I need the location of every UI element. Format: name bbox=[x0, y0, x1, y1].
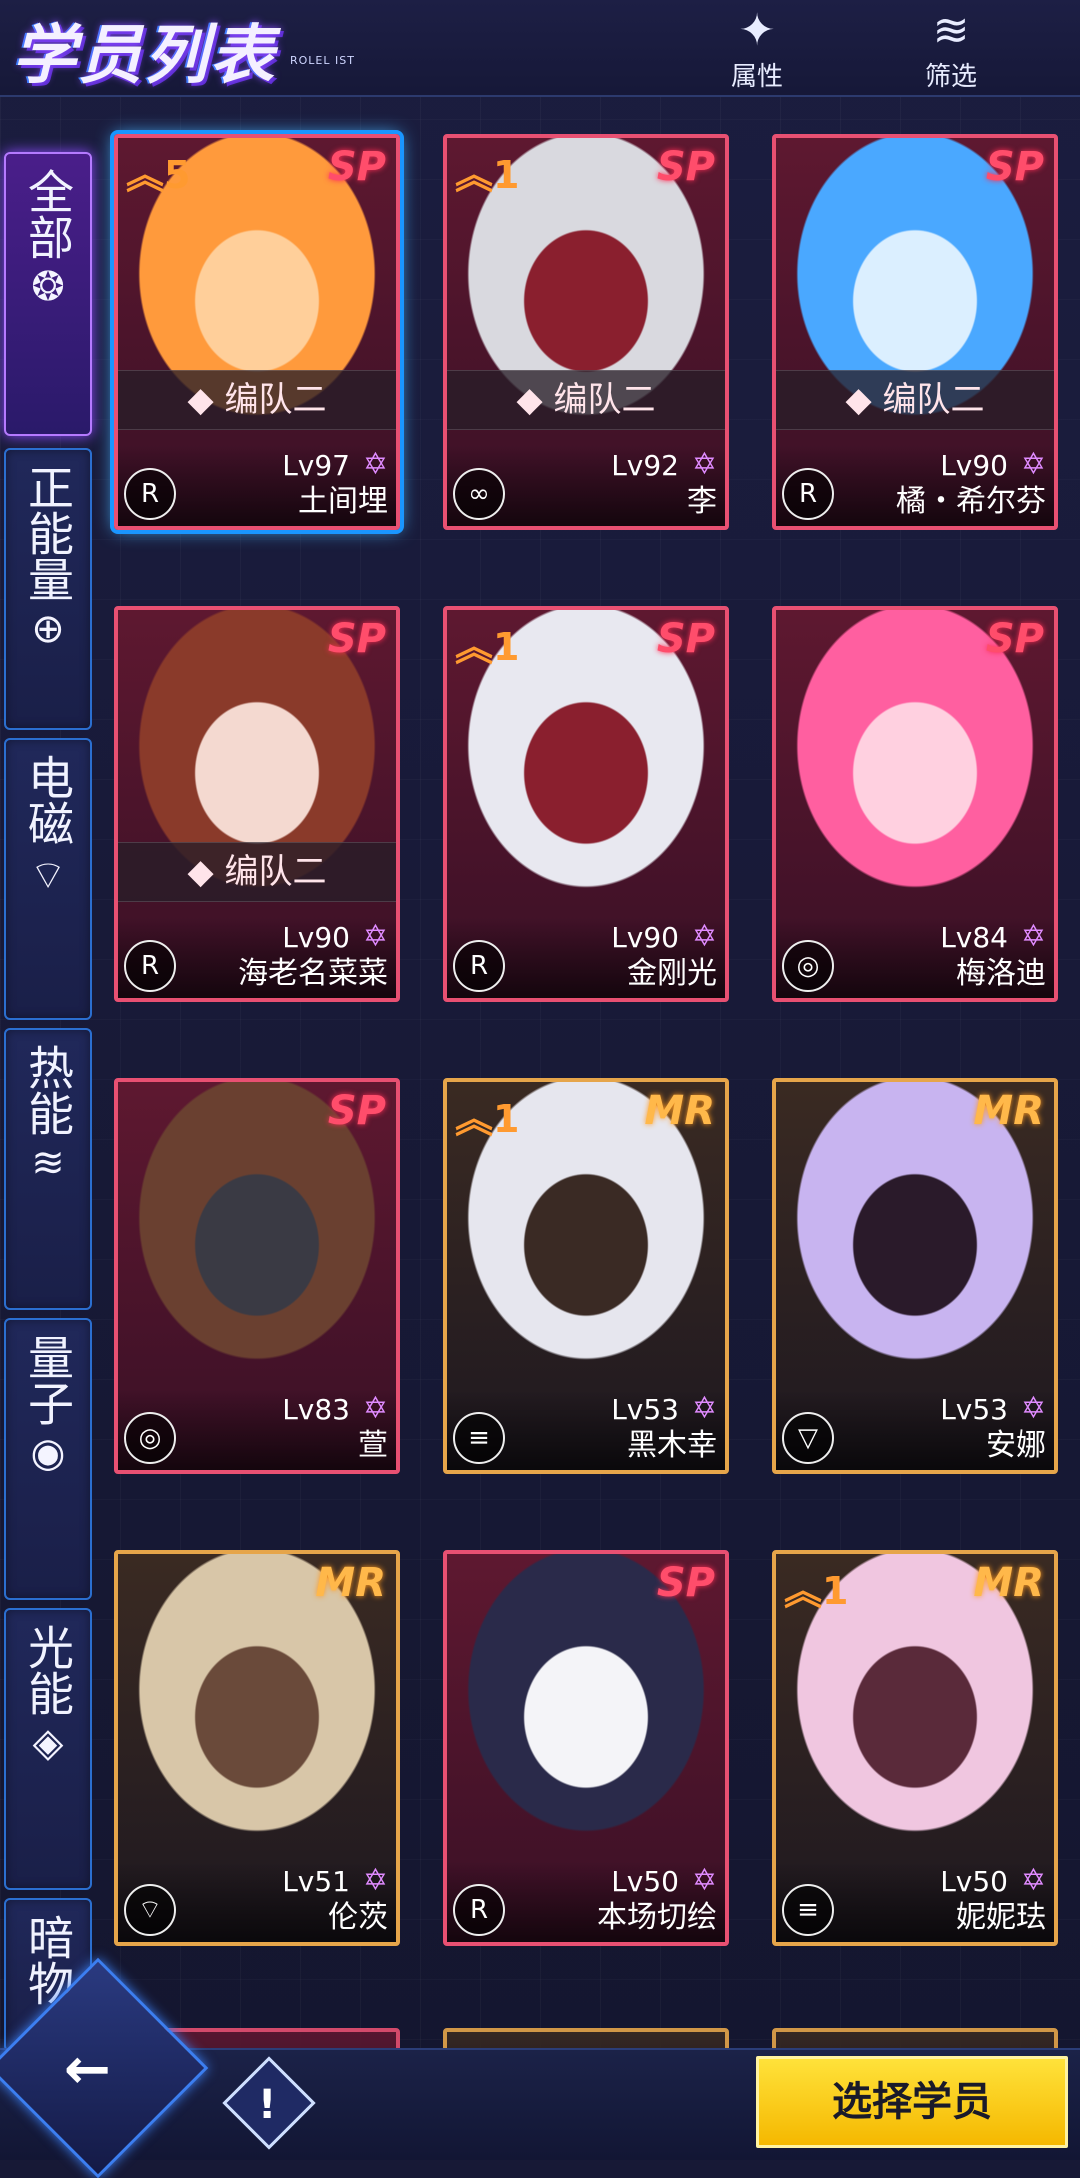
element-attribute-icon: ◎ bbox=[124, 1412, 176, 1464]
student-name: 橘・希尔芬 bbox=[896, 484, 1046, 519]
rank-badge: MR bbox=[644, 1088, 715, 1134]
awaken-level: ︽5 bbox=[126, 153, 191, 197]
element-attribute-icon: ≡ bbox=[782, 1884, 834, 1936]
student-name: 安娜 bbox=[986, 1428, 1046, 1463]
tab-quantum-label: 量子 bbox=[21, 1334, 75, 1426]
tab-positive-energy[interactable]: 正能量 ⊕ bbox=[4, 448, 92, 730]
rank-badge: MR bbox=[315, 1560, 386, 1606]
info-icon: ! bbox=[258, 2082, 277, 2128]
heat-icon: ≋ bbox=[31, 1140, 65, 1186]
header-bar: 学员列表 ROLEL IST ✦ 属性 ≋ 筛选 bbox=[0, 0, 1080, 97]
student-card[interactable]: SP ︽5 ◆ 编队二 Lv97 ✡ 土间埋 R bbox=[114, 134, 400, 530]
element-attribute-icon: R bbox=[124, 940, 176, 992]
student-name: 黑木幸 bbox=[627, 1428, 717, 1463]
student-name: 土间埋 bbox=[298, 484, 388, 519]
tab-positive-energy-label: 正能量 bbox=[21, 464, 75, 602]
tab-quantum[interactable]: 量子 ◉ bbox=[4, 1318, 92, 1600]
element-attribute-icon: ≡ bbox=[453, 1412, 505, 1464]
tab-heat[interactable]: 热能 ≋ bbox=[4, 1028, 92, 1310]
student-card[interactable]: SP Lv83 ✡ 萱 ◎ bbox=[114, 1078, 400, 1474]
back-arrow-icon: ← bbox=[64, 2037, 111, 2102]
rank-badge: SP bbox=[985, 616, 1044, 662]
awaken-level: ︽1 bbox=[455, 153, 520, 197]
element-attribute-icon: ◎ bbox=[782, 940, 834, 992]
quantum-icon: ◉ bbox=[30, 1430, 66, 1476]
awaken-level: ︽1 bbox=[455, 625, 520, 669]
student-card[interactable]: SP Lv84 ✡ 梅洛迪 ◎ bbox=[772, 606, 1058, 1002]
team-tag: ◆ 编队二 bbox=[776, 370, 1054, 430]
rank-badge: SP bbox=[327, 616, 386, 662]
student-name: 妮妮珐 bbox=[956, 1900, 1046, 1935]
element-attribute-icon: R bbox=[453, 1884, 505, 1936]
student-name: 梅洛迪 bbox=[956, 956, 1046, 991]
attribute-icon: ✦ bbox=[738, 5, 776, 56]
rank-badge: SP bbox=[656, 616, 715, 662]
student-name: 李 bbox=[687, 484, 717, 519]
level-label: Lv83 bbox=[282, 1393, 350, 1426]
element-attribute-icon: ▽ bbox=[782, 1412, 834, 1464]
element-attribute-icon: R bbox=[124, 468, 176, 520]
attribute-button[interactable]: ✦ 属性 bbox=[702, 6, 812, 94]
tab-all-label: 全部 bbox=[21, 168, 75, 260]
element-attribute-icon: R bbox=[782, 468, 834, 520]
rank-badge: MR bbox=[973, 1088, 1044, 1134]
student-card[interactable]: SP ︽1 ◆ 编队二 Lv92 ✡ 李 ∞ bbox=[443, 134, 729, 530]
student-name: 本场切绘 bbox=[597, 1900, 717, 1935]
page-title: 学员列表 bbox=[12, 19, 276, 93]
awaken-level: ︽1 bbox=[784, 1569, 849, 1613]
tab-light[interactable]: 光能 ◈ bbox=[4, 1608, 92, 1890]
level-label: Lv92 bbox=[611, 449, 679, 482]
student-card[interactable]: MR Lv53 ✡ 安娜 ▽ bbox=[772, 1078, 1058, 1474]
filter-layers-icon: ≋ bbox=[932, 5, 970, 56]
student-card[interactable]: SP ◆ 编队二 Lv90 ✡ 橘・希尔芬 R bbox=[772, 134, 1058, 530]
student-card[interactable]: SP ◆ 编队二 Lv90 ✡ 海老名菜菜 R bbox=[114, 606, 400, 1002]
rank-badge: SP bbox=[985, 144, 1044, 190]
awaken-level: ︽1 bbox=[455, 1097, 520, 1141]
tab-light-label: 光能 bbox=[21, 1624, 75, 1716]
student-card[interactable]: SP ︽1 Lv90 ✡ 金刚光 R bbox=[443, 606, 729, 1002]
student-name: 金刚光 bbox=[627, 956, 717, 991]
all-icon: ❂ bbox=[31, 264, 65, 310]
positive-energy-icon: ⊕ bbox=[31, 606, 65, 652]
light-icon: ◈ bbox=[32, 1720, 64, 1766]
element-attribute-icon: R bbox=[453, 940, 505, 992]
student-card[interactable]: MR Lv51 ✡ 伦茨 ⌔ bbox=[114, 1550, 400, 1946]
rank-badge: SP bbox=[327, 144, 386, 190]
team-tag: ◆ 编队二 bbox=[118, 842, 396, 902]
tab-electromagnetic[interactable]: 电磁 ⌔ bbox=[4, 738, 92, 1020]
student-card[interactable]: MR ︽1 Lv53 ✡ 黑木幸 ≡ bbox=[443, 1078, 729, 1474]
rank-badge: SP bbox=[327, 1088, 386, 1134]
filter-button[interactable]: ≋ 筛选 bbox=[896, 6, 1006, 94]
tab-electromagnetic-label: 电磁 bbox=[21, 754, 75, 846]
filter-label: 筛选 bbox=[924, 62, 977, 92]
student-name: 萱 bbox=[358, 1428, 388, 1463]
student-card[interactable]: SP Lv50 ✡ 本场切绘 R bbox=[443, 1550, 729, 1946]
student-name: 海老名菜菜 bbox=[238, 956, 388, 991]
student-name: 伦茨 bbox=[328, 1900, 388, 1935]
rank-badge: MR bbox=[973, 1560, 1044, 1606]
rank-badge: SP bbox=[656, 1560, 715, 1606]
select-student-button[interactable]: 选择学员 bbox=[756, 2056, 1068, 2148]
rank-badge: SP bbox=[656, 144, 715, 190]
tab-heat-label: 热能 bbox=[21, 1044, 75, 1136]
page-subtitle: ROLEL IST bbox=[290, 54, 355, 67]
student-card[interactable]: MR ︽1 Lv50 ✡ 妮妮珐 ≡ bbox=[772, 1550, 1058, 1946]
team-tag: ◆ 编队二 bbox=[118, 370, 396, 430]
team-tag: ◆ 编队二 bbox=[447, 370, 725, 430]
attribute-label: 属性 bbox=[730, 62, 783, 92]
element-attribute-icon: ⌔ bbox=[124, 1884, 176, 1936]
element-attribute-icon: ∞ bbox=[453, 468, 505, 520]
wifi-icon: ⌔ bbox=[29, 853, 67, 899]
tab-all[interactable]: 全部 ❂ bbox=[4, 152, 92, 436]
